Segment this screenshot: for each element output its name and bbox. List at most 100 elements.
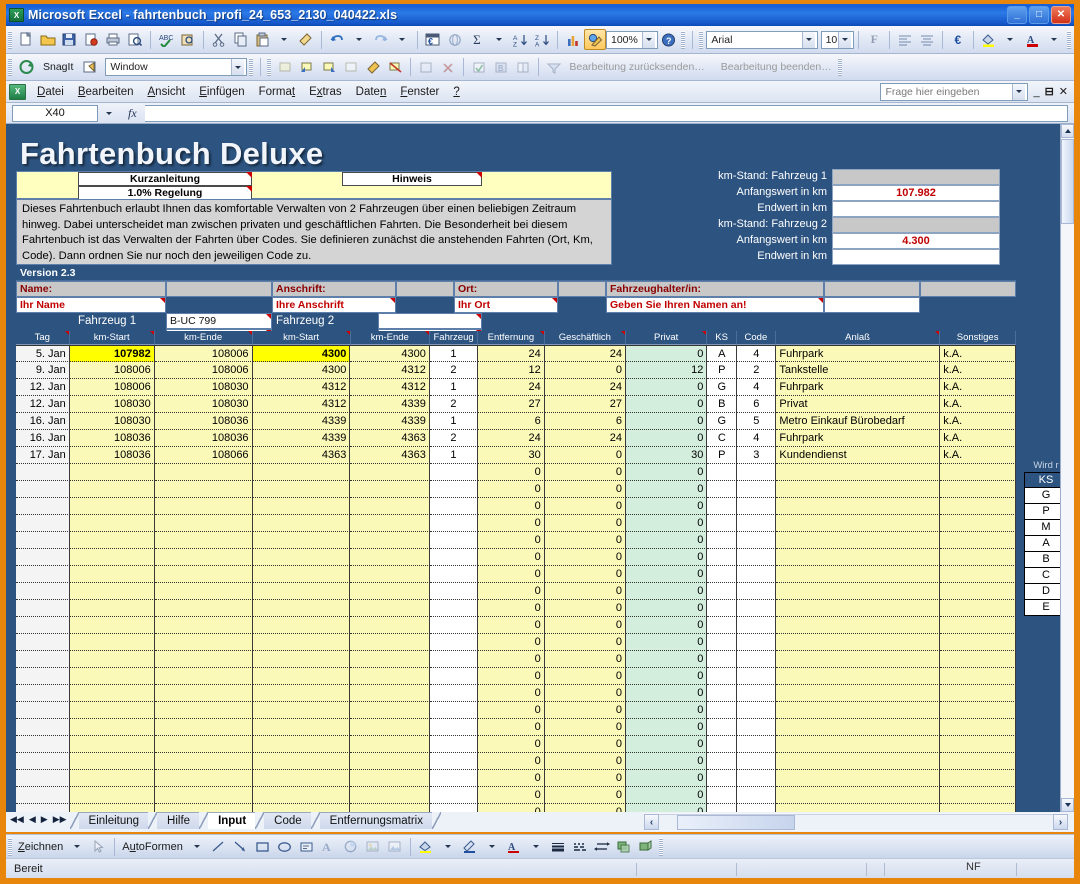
cell-anlass[interactable]: Fuhrpark — [776, 345, 941, 362]
cell-km2s[interactable] — [252, 719, 351, 736]
cell-gesch[interactable]: 0 — [544, 668, 627, 685]
cell-km2e[interactable] — [350, 685, 430, 702]
arrow-icon[interactable] — [230, 836, 252, 857]
fill-color-icon[interactable] — [978, 29, 1000, 50]
cell-ks[interactable]: G — [707, 379, 738, 396]
track-changes-icon[interactable] — [415, 57, 437, 78]
chevron-down-icon[interactable] — [1000, 29, 1022, 50]
table-row-empty[interactable]: 000 — [16, 719, 1017, 736]
cell-entf[interactable]: 0 — [478, 753, 545, 770]
table-row-empty[interactable]: 000 — [16, 651, 1017, 668]
col-fahrzeug[interactable]: Fahrzeug — [430, 331, 479, 345]
cell-anlass[interactable]: Fuhrpark — [776, 379, 941, 396]
cell-km1s[interactable] — [69, 481, 155, 498]
cell-entf[interactable]: 0 — [478, 617, 545, 634]
col-anlass[interactable]: Anlaß — [775, 331, 941, 345]
cell-km2s[interactable] — [252, 770, 351, 787]
cell-priv[interactable]: 0 — [626, 736, 708, 753]
cell-priv[interactable]: 0 — [626, 396, 708, 413]
cell-km1s[interactable] — [69, 549, 155, 566]
chevron-down-icon[interactable] — [641, 31, 655, 48]
cell-km1s[interactable]: 108036 — [69, 447, 155, 464]
cell-km1s[interactable] — [69, 617, 155, 634]
cell-km2e[interactable] — [350, 532, 430, 549]
save-icon[interactable] — [59, 29, 81, 50]
cell-priv[interactable]: 0 — [626, 413, 708, 430]
cell-fz[interactable] — [429, 617, 479, 634]
cell-km2s[interactable] — [252, 600, 351, 617]
menu-daten[interactable]: Daten — [349, 84, 394, 100]
cell-ks[interactable] — [707, 719, 738, 736]
protect-icon[interactable]: B — [490, 57, 512, 78]
cell-gesch[interactable]: 6 — [544, 413, 627, 430]
cell-tag[interactable] — [16, 736, 70, 753]
cell-km2e[interactable] — [350, 583, 430, 600]
dash-style-icon[interactable] — [569, 836, 591, 857]
chevron-down-icon[interactable] — [838, 31, 852, 48]
cell-km1s[interactable] — [69, 787, 155, 804]
scroll-left-button[interactable]: ‹ — [644, 814, 659, 830]
table-row-empty[interactable]: 000 — [16, 787, 1017, 804]
draw-menu-button[interactable]: Zeichnen — [15, 841, 66, 853]
km-value-cell[interactable]: 4.300 — [832, 233, 1000, 249]
cell-fz[interactable] — [429, 549, 479, 566]
cell-km2s[interactable]: 4312 — [252, 379, 351, 396]
cell-sonst[interactable] — [940, 685, 1017, 702]
cell-km1e[interactable]: 108036 — [154, 413, 253, 430]
cell-gesch[interactable]: 0 — [544, 600, 627, 617]
col-geschaeftlich[interactable]: Geschäftlich — [544, 331, 626, 345]
scroll-up-button[interactable] — [1061, 124, 1074, 138]
cell-code[interactable]: 2 — [737, 362, 777, 379]
cell-anlass[interactable] — [776, 583, 941, 600]
cell-tag[interactable] — [16, 617, 70, 634]
col-tag[interactable]: Tag — [16, 331, 70, 345]
open-icon[interactable] — [37, 29, 59, 50]
cell-priv[interactable]: 0 — [626, 515, 708, 532]
ask-a-question-box[interactable]: Frage hier eingeben — [880, 82, 1029, 101]
cell-ks[interactable] — [707, 617, 738, 634]
cell-tag[interactable] — [16, 464, 70, 481]
cell-tag[interactable] — [16, 583, 70, 600]
cell-tag[interactable] — [16, 719, 70, 736]
sheet-tab-input[interactable]: Input — [208, 812, 256, 829]
worksheet-canvas[interactable]: Fahrtenbuch Deluxe Kurzanleitung 1.0% Re… — [6, 124, 1068, 812]
cell-ks[interactable] — [707, 566, 738, 583]
cell-gesch[interactable]: 0 — [544, 498, 627, 515]
cell-km2s[interactable]: 4312 — [252, 396, 351, 413]
cell-km1e[interactable] — [154, 583, 253, 600]
table-row-empty[interactable]: 000 — [16, 583, 1017, 600]
table-row[interactable]: 5. Jan 107982 108006 4300 4300 1 24 24 0 A 4 Fuhrpa… — [16, 345, 1017, 362]
cell-km2s[interactable] — [252, 634, 351, 651]
maximize-button[interactable]: □ — [1029, 6, 1049, 24]
cell-sonst[interactable] — [940, 634, 1017, 651]
cell-km1e[interactable]: 108006 — [154, 345, 253, 362]
cell-anlass[interactable] — [776, 668, 941, 685]
cell-km2s[interactable] — [252, 464, 351, 481]
cell-km1e[interactable] — [154, 719, 253, 736]
cell-code[interactable] — [737, 583, 777, 600]
cell-priv[interactable]: 0 — [626, 702, 708, 719]
kurzanleitung-button[interactable]: Kurzanleitung — [78, 172, 252, 186]
cell-gesch[interactable]: 24 — [544, 379, 627, 396]
cell-sonst[interactable] — [940, 787, 1017, 804]
cell-km1e[interactable] — [154, 549, 253, 566]
cell-km1e[interactable] — [154, 787, 253, 804]
cell-fz[interactable]: 1 — [429, 379, 479, 396]
cell-entf[interactable]: 6 — [478, 413, 545, 430]
rectangle-icon[interactable] — [252, 836, 274, 857]
cell-km1s[interactable] — [69, 685, 155, 702]
chart-wizard-icon[interactable] — [562, 29, 584, 50]
cell-entf[interactable]: 0 — [478, 702, 545, 719]
cell-anlass[interactable] — [776, 702, 941, 719]
cell-priv[interactable]: 0 — [626, 566, 708, 583]
cell-km2s[interactable] — [252, 515, 351, 532]
cell-priv[interactable]: 30 — [626, 447, 708, 464]
cell-entf[interactable]: 0 — [478, 668, 545, 685]
cell-km1e[interactable] — [154, 566, 253, 583]
cell-km2e[interactable] — [350, 481, 430, 498]
cell-priv[interactable]: 0 — [626, 651, 708, 668]
cell-gesch[interactable]: 0 — [544, 685, 627, 702]
cell-tag[interactable]: 16. Jan — [16, 413, 70, 430]
last-sheet-button[interactable]: ▶▶ — [53, 814, 67, 825]
cell-km1s[interactable] — [69, 702, 155, 719]
